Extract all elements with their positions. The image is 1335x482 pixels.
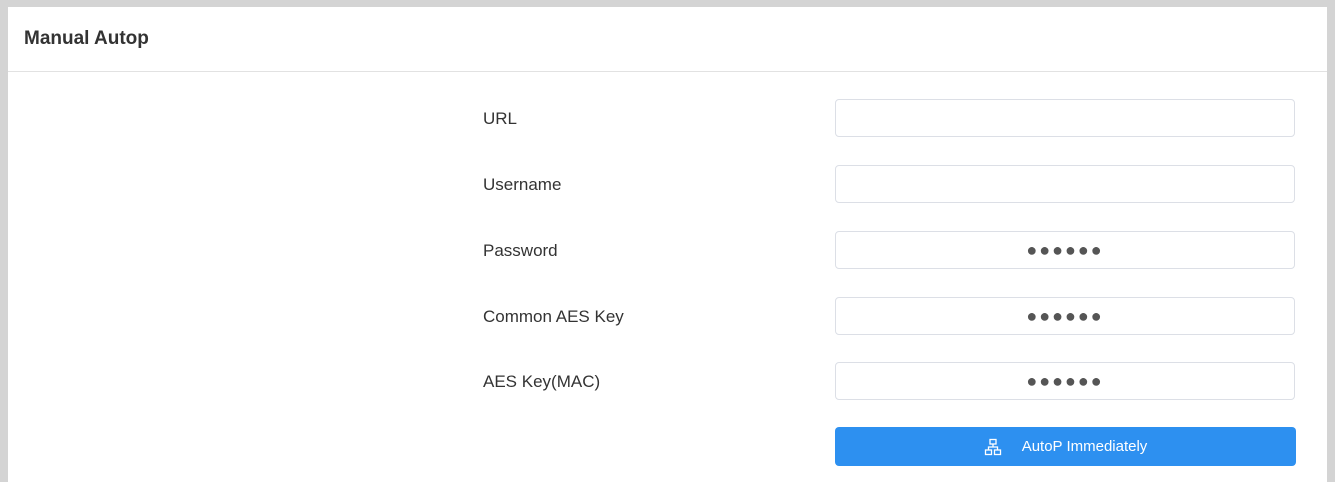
url-input[interactable] [835,99,1295,137]
common-aes-key-label: Common AES Key [483,307,624,326]
panel-title: Manual Autop [24,28,149,49]
common-aes-key-input[interactable] [835,297,1295,335]
username-input[interactable] [835,165,1295,203]
aes-key-mac-label: AES Key(MAC) [483,372,601,391]
network-icon [984,438,1002,456]
username-label: Username [483,175,562,194]
password-label: Password [483,241,558,260]
url-label: URL [483,109,518,128]
autop-immediately-label: AutoP Immediately [1021,438,1148,455]
panel-header: Manual Autop [8,7,1327,72]
aes-key-mac-input[interactable] [835,362,1295,400]
password-input[interactable] [835,231,1295,269]
manual-autop-panel: Manual Autop URL Username Password Commo… [8,7,1327,482]
autop-immediately-button[interactable]: AutoP Immediately [835,427,1296,466]
